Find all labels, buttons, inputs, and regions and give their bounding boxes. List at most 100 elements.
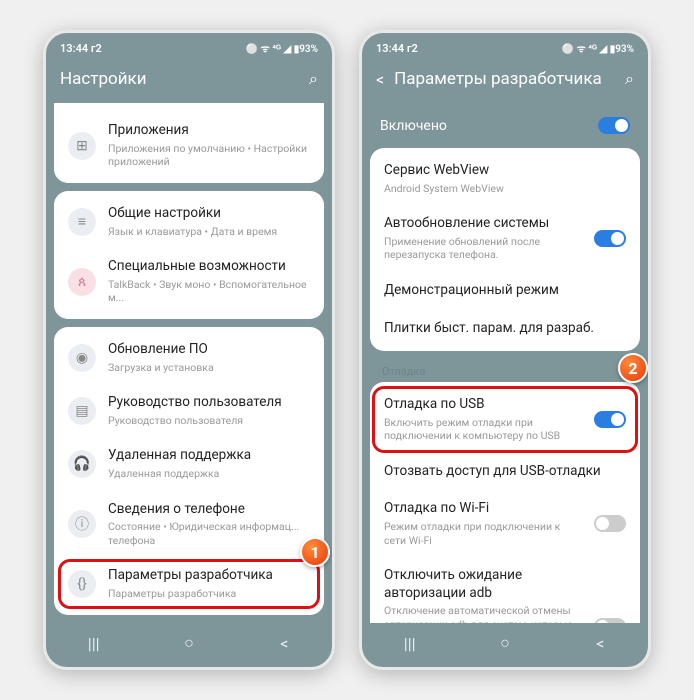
item-title: Демонстрационный режим <box>384 282 626 300</box>
item-icon: ◉ <box>68 344 96 372</box>
settings-item[interactable]: Отключить ожидание авторизации adb Отклю… <box>370 557 640 623</box>
item-subtitle: Применение обновлений после перезапуска … <box>384 235 582 262</box>
status-time: 13:44 г2 <box>376 42 418 55</box>
item-icon: ▤ <box>68 397 96 425</box>
item-title: Сведения о телефоне <box>108 501 310 519</box>
scroll-content[interactable]: приложений • Режим сна⊙ Обслуживание уст… <box>46 103 332 623</box>
item-title: Приложения <box>108 122 310 140</box>
item-texts: Автообновление системы Применение обновл… <box>384 215 582 262</box>
item-icon: 🎧 <box>68 450 96 478</box>
settings-item[interactable]: ⓘ Сведения о телефоне Состояние • Юридич… <box>54 491 324 558</box>
item-texts: Отключить ожидание авторизации adb Отклю… <box>384 567 582 623</box>
item-subtitle: Язык и клавиатура • Дата и время <box>108 225 310 239</box>
item-icon: {} <box>68 570 96 598</box>
settings-item[interactable]: Демонстрационный режим <box>370 272 640 310</box>
settings-item[interactable]: ⊞ Приложения Приложения по умолчанию • Н… <box>54 112 324 179</box>
nav-recent[interactable]: ||| <box>390 634 430 653</box>
item-subtitle: Включить режим отладки при подключении к… <box>384 416 582 443</box>
item-subtitle: Отключение автоматической отмены авториз… <box>384 604 582 623</box>
nav-bar: ||| ○ < <box>362 623 648 667</box>
item-texts: Руководство пользователя Руководство пол… <box>108 394 310 427</box>
nav-recent[interactable]: ||| <box>74 634 114 653</box>
header: Настройки ⌕ <box>46 59 332 103</box>
item-toggle[interactable] <box>594 411 626 428</box>
item-texts: Отладка по Wi-Fi Режим отладки при подкл… <box>384 500 582 547</box>
item-texts: Параметры разработчика Параметры разрабо… <box>108 567 310 600</box>
nav-back[interactable]: < <box>264 634 304 653</box>
item-texts: Демонстрационный режим <box>384 282 626 300</box>
nav-home[interactable]: ○ <box>485 633 525 653</box>
enabled-toggle[interactable] <box>598 117 630 134</box>
item-subtitle: Android System WebView <box>384 182 626 196</box>
settings-item[interactable]: 🎧 Удаленная поддержка Удаленная поддержк… <box>54 437 324 490</box>
item-texts: Общие настройки Язык и клавиатура • Дата… <box>108 205 310 238</box>
settings-group: Сервис WebView Android System WebView Ав… <box>370 148 640 351</box>
settings-item[interactable]: Плитки быст. парам. для разраб. <box>370 310 640 348</box>
item-title: Отладка по Wi-Fi <box>384 500 582 518</box>
settings-item[interactable]: Отладка по Wi-Fi Режим отладки при подкл… <box>370 490 640 557</box>
item-texts: Отладка по USB Включить режим отладки пр… <box>384 396 582 443</box>
settings-group: Отладка по USB Включить режим отладки пр… <box>370 382 640 623</box>
item-texts: Приложения Приложения по умолчанию • Нас… <box>108 122 310 169</box>
nav-bar: ||| ○ < <box>46 623 332 667</box>
item-title: Отозвать доступ для USB-отладки <box>384 463 626 481</box>
settings-item[interactable]: ◉ Обновление ПО Загрузка и установка <box>54 331 324 384</box>
item-subtitle: Загрузка и установка <box>108 361 310 375</box>
item-title: Плитки быст. парам. для разраб. <box>384 320 626 338</box>
item-title: Автообновление системы <box>384 215 582 233</box>
search-icon[interactable]: ⌕ <box>309 69 318 89</box>
settings-item[interactable]: Отозвать доступ для USB-отладки <box>370 453 640 491</box>
item-toggle[interactable] <box>594 230 626 247</box>
nav-back[interactable]: < <box>580 634 620 653</box>
nav-home[interactable]: ○ <box>169 633 209 653</box>
item-texts: Обновление ПО Загрузка и установка <box>108 341 310 374</box>
item-title: Обновление ПО <box>108 341 310 359</box>
item-toggle[interactable] <box>594 515 626 532</box>
settings-item[interactable]: Сервис WebView Android System WebView <box>370 152 640 205</box>
status-time: 13:44 г2 <box>60 42 102 55</box>
item-texts: Специальные возможности TalkBack • Звук … <box>108 258 310 305</box>
item-icon: ⊞ <box>68 132 96 160</box>
settings-item[interactable]: ▤ Руководство пользователя Руководство п… <box>54 384 324 437</box>
item-title: Отключить ожидание авторизации adb <box>384 567 582 602</box>
back-icon[interactable]: < <box>376 70 384 89</box>
item-title: Параметры разработчика <box>108 567 310 585</box>
item-texts: Плитки быст. парам. для разраб. <box>384 320 626 338</box>
status-indicators: ⚪ ᯤ ⁴ᴳ ◢ ▮93% <box>562 41 634 55</box>
item-title: Специальные возможности <box>108 258 310 276</box>
item-subtitle: Руководство пользователя <box>108 414 310 428</box>
item-toggle[interactable] <box>594 618 626 623</box>
status-bar: 13:44 г2 ⚪ ᯤ ⁴ᴳ ◢ ▮93% <box>46 33 332 59</box>
item-title: Отладка по USB <box>384 396 582 414</box>
page-title: Параметры разработчика <box>394 69 625 89</box>
scroll-content[interactable]: Сервис WebView Android System WebView Ав… <box>362 148 648 623</box>
settings-item[interactable]: ⊙ Обслуживание устройства Память • ОЗУ •… <box>54 103 324 112</box>
phone-left: 13:44 г2 ⚪ ᯤ ⁴ᴳ ◢ ▮93% Настройки ⌕ прило… <box>43 30 335 670</box>
status-bar: 13:44 г2 ⚪ ᯤ ⁴ᴳ ◢ ▮93% <box>362 33 648 59</box>
item-subtitle: Состояние • Юридическая информац... теле… <box>108 520 310 547</box>
item-title: Сервис WebView <box>384 162 626 180</box>
item-subtitle: Удаленная поддержка <box>108 467 310 481</box>
item-title: Общие настройки <box>108 205 310 223</box>
settings-item[interactable]: ጰ Специальные возможности TalkBack • Зву… <box>54 248 324 315</box>
item-icon: ≡ <box>68 208 96 236</box>
item-subtitle: Приложения по умолчанию • Настройки прил… <box>108 142 310 169</box>
item-subtitle: Параметры разработчика <box>108 587 310 601</box>
settings-item[interactable]: Автообновление системы Применение обновл… <box>370 205 640 272</box>
settings-item[interactable]: {} Параметры разработчика Параметры разр… <box>54 557 324 610</box>
enabled-row[interactable]: Включено <box>362 103 648 148</box>
settings-group: ≡ Общие настройки Язык и клавиатура • Да… <box>54 191 324 319</box>
settings-item[interactable]: Отладка по USB Включить режим отладки пр… <box>370 386 640 453</box>
enabled-label: Включено <box>380 118 447 134</box>
item-subtitle: TalkBack • Звук моно • Вспомогательное м… <box>108 278 310 305</box>
settings-group: ◉ Обновление ПО Загрузка и установка ▤ Р… <box>54 327 324 615</box>
section-label: Отладка2 <box>370 359 640 382</box>
settings-item[interactable]: ≡ Общие настройки Язык и клавиатура • Да… <box>54 195 324 248</box>
item-title: Руководство пользователя <box>108 394 310 412</box>
header: < Параметры разработчика ⌕ <box>362 59 648 103</box>
item-texts: Отозвать доступ для USB-отладки <box>384 463 626 481</box>
search-icon[interactable]: ⌕ <box>625 69 634 89</box>
callout-badge-1: 1 <box>300 537 330 567</box>
callout-badge-2: 2 <box>618 353 648 383</box>
item-title: Удаленная поддержка <box>108 447 310 465</box>
